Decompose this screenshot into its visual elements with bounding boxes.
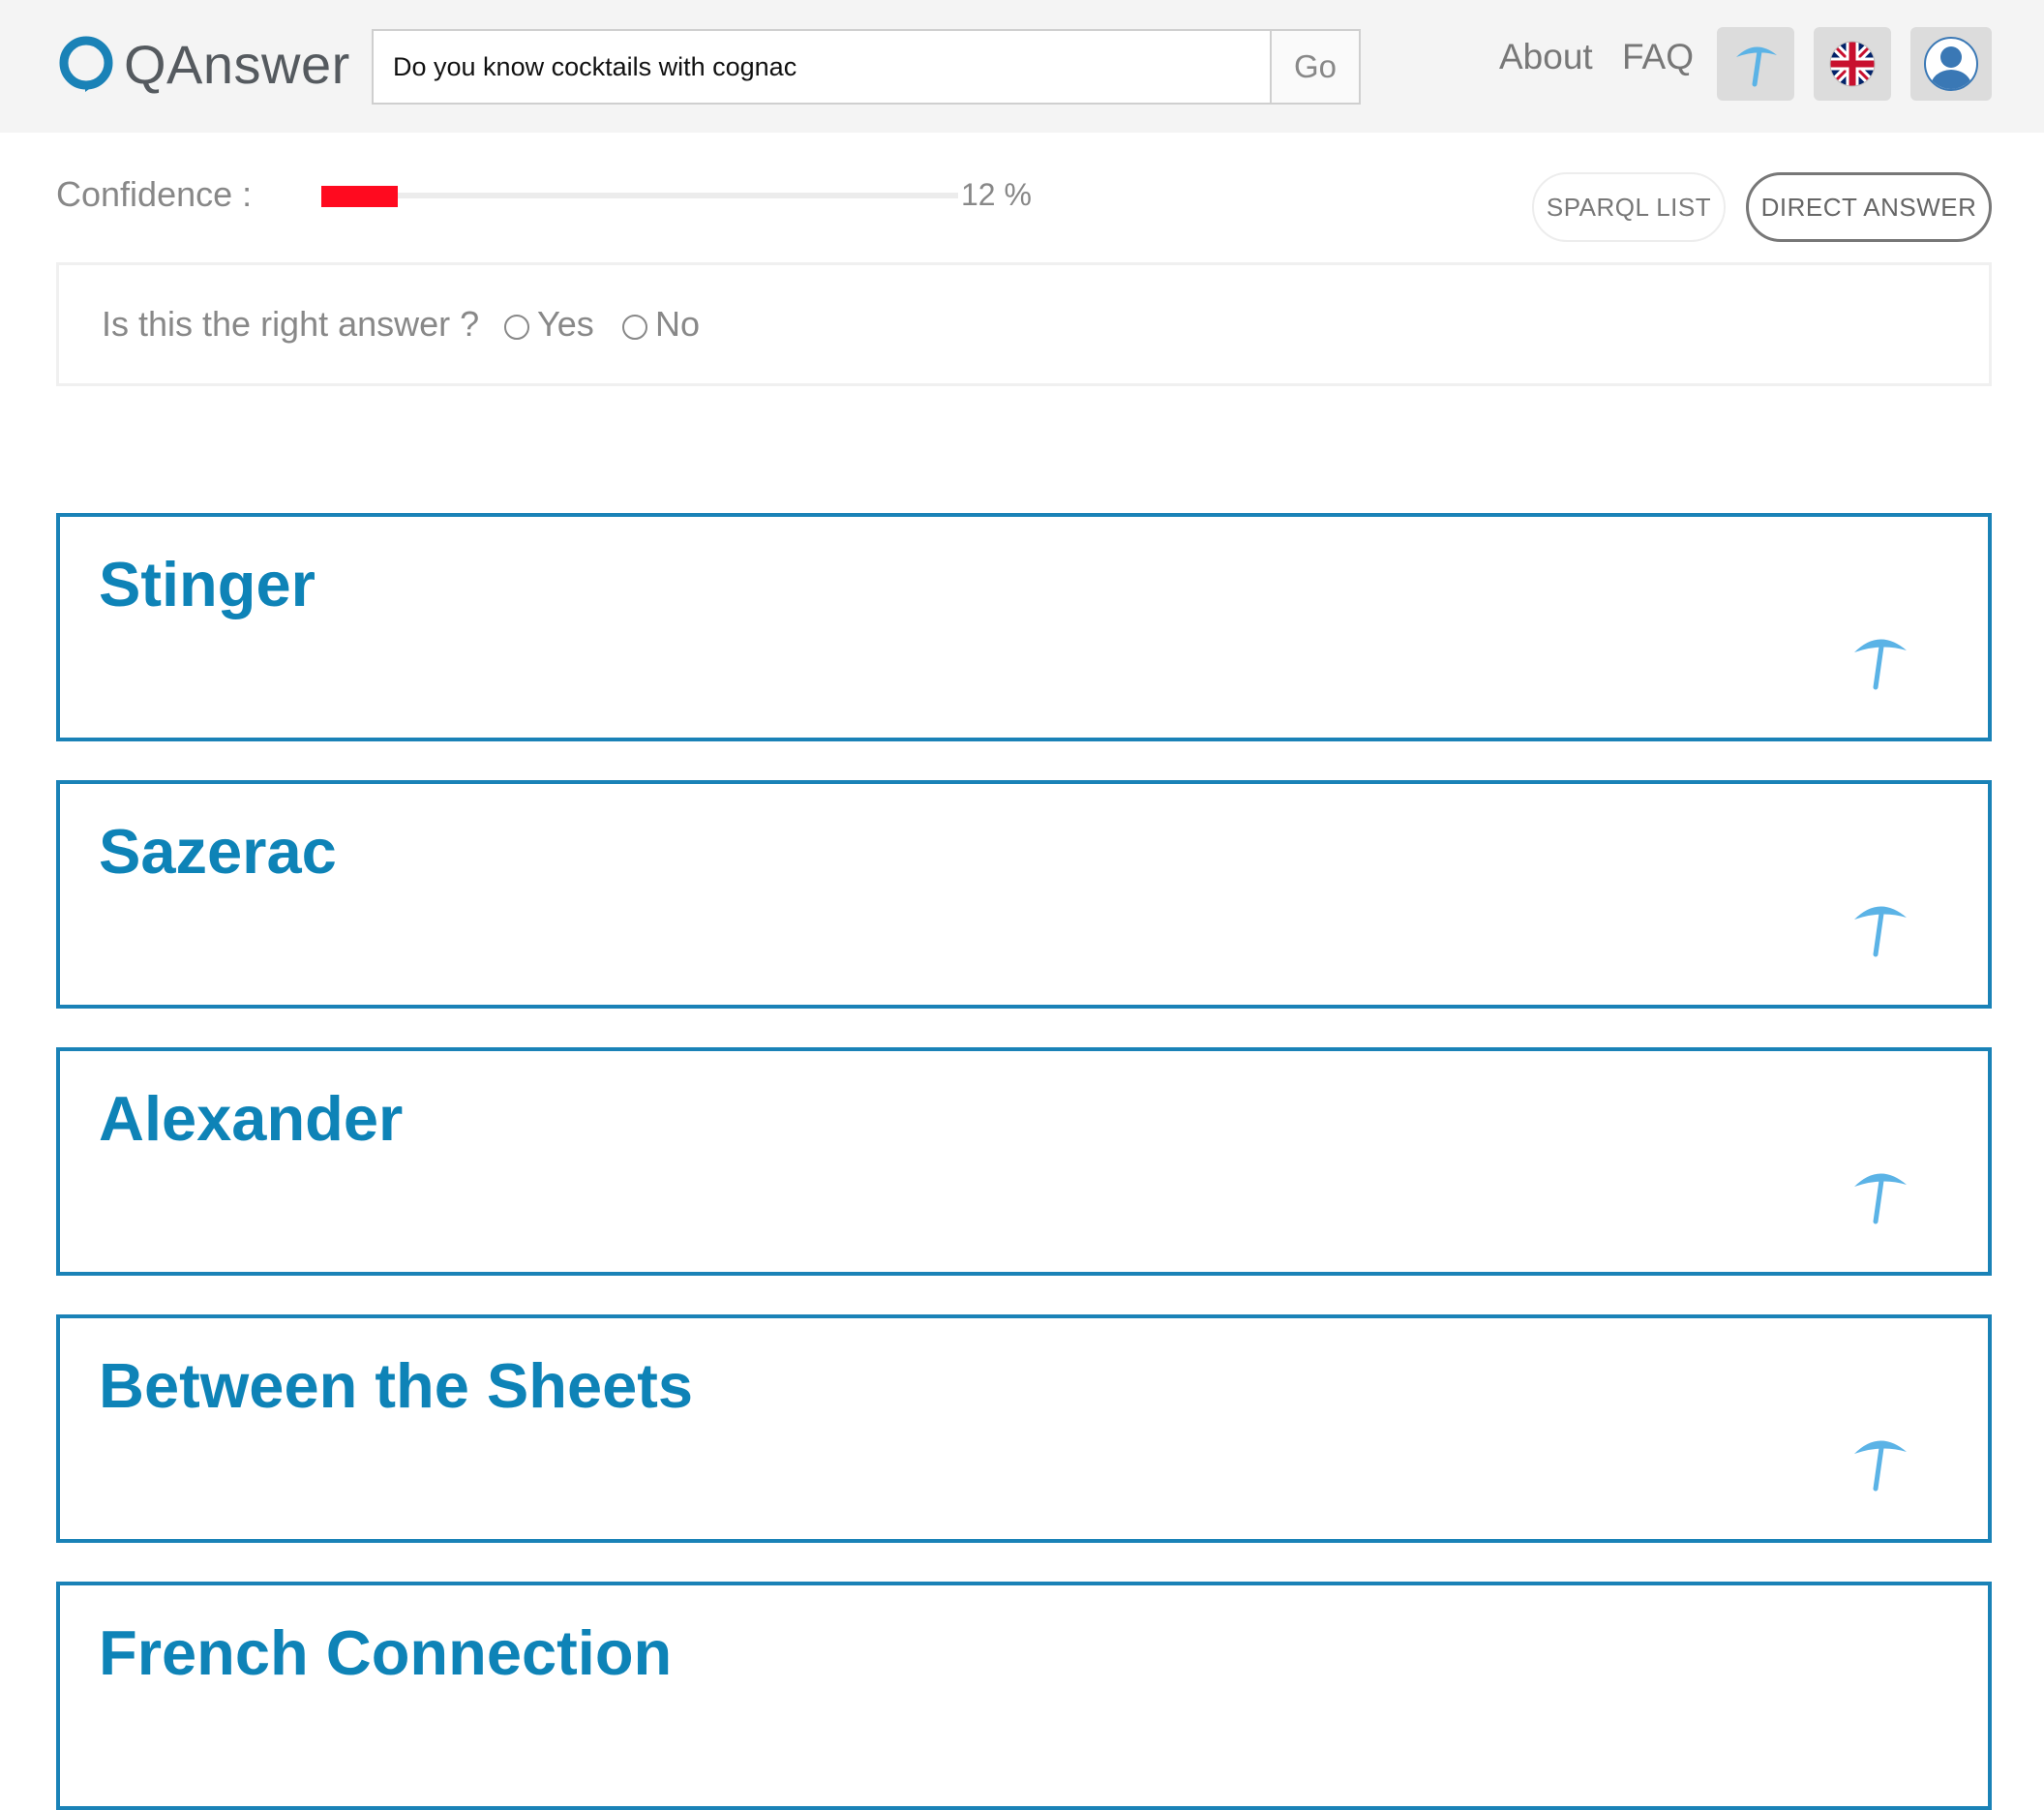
yes-label: Yes [537,304,594,344]
umbrella-icon[interactable] [1849,1167,1910,1229]
umbrella-button[interactable] [1717,27,1794,101]
language-button[interactable] [1814,27,1891,101]
no-label: No [655,304,701,344]
result-title[interactable]: French Connection [99,1616,672,1689]
confidence-bar [321,186,958,207]
confidence-label: Confidence : [56,174,253,214]
confidence-bar-fill [321,186,398,207]
feedback-panel: Is this the right answer ? Yes No [56,262,1992,386]
user-account-button[interactable] [1910,27,1992,101]
umbrella-icon[interactable] [1849,633,1910,695]
result-title[interactable]: Stinger [99,548,316,620]
user-avatar-icon [1924,37,1978,91]
result-card[interactable]: Alexander [56,1047,1992,1276]
result-title[interactable]: Between the Sheets [99,1349,693,1422]
nav-faq-link[interactable]: FAQ [1622,37,1694,77]
umbrella-icon[interactable] [1849,1434,1910,1496]
sparql-list-button[interactable]: SPARQL LIST [1532,172,1726,242]
feedback-yes-option[interactable]: Yes [504,304,594,345]
top-header: QAnswer Go About FAQ [0,0,2044,133]
search-input[interactable] [374,31,1270,103]
no-radio[interactable] [622,315,647,340]
direct-answer-button[interactable]: DIRECT ANSWER [1746,172,1992,242]
feedback-no-option[interactable]: No [622,304,700,345]
umbrella-icon [1736,46,1777,87]
result-card[interactable]: Between the Sheets [56,1314,1992,1543]
umbrella-icon[interactable] [1849,900,1910,962]
result-card[interactable]: French Connection [56,1582,1992,1810]
go-button[interactable]: Go [1270,31,1359,103]
result-title[interactable]: Sazerac [99,815,337,888]
confidence-value: 12 % [961,177,1032,212]
logo-q-icon [59,36,113,92]
logo-text: QAnswer [124,33,350,95]
search-box: Go [372,29,1361,105]
yes-radio[interactable] [504,315,529,340]
uk-flag-icon [1829,41,1876,87]
result-card[interactable]: Stinger [56,513,1992,741]
nav-about-link[interactable]: About [1499,37,1593,77]
result-title[interactable]: Alexander [99,1082,403,1155]
logo[interactable]: QAnswer [56,33,350,95]
feedback-question: Is this the right answer ? [102,304,480,344]
result-card[interactable]: Sazerac [56,780,1992,1009]
